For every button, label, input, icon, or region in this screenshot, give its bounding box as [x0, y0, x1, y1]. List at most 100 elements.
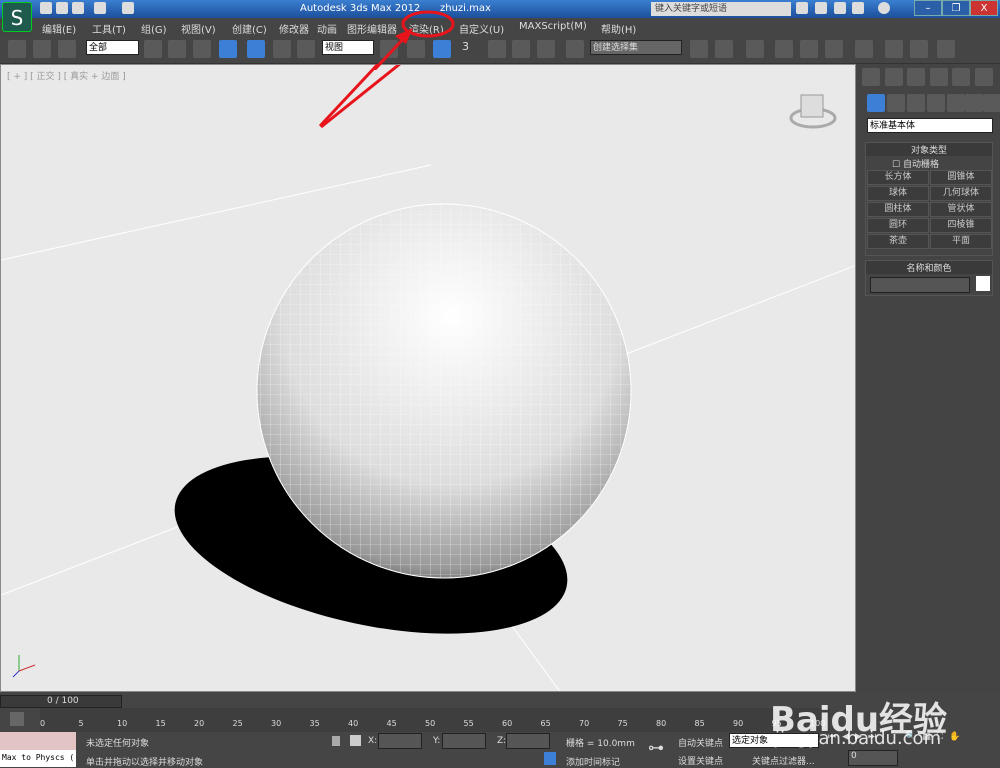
set-key-icon[interactable]: ⊶: [648, 738, 664, 757]
object-name-input[interactable]: [870, 277, 970, 293]
timeline-tick-label: 20: [194, 719, 205, 728]
search-input[interactable]: 键入关键字或短语: [651, 2, 791, 16]
watermark-url: jingyan.baidu.com: [775, 728, 942, 749]
cone-button[interactable]: 圆锥体: [930, 170, 992, 185]
plane-button[interactable]: 平面: [930, 234, 992, 249]
new-file-icon[interactable]: [40, 2, 52, 14]
minimize-button[interactable]: –: [914, 0, 942, 16]
layer-manager-icon[interactable]: [746, 40, 764, 58]
maxscript-mini-input[interactable]: Max to Physcs (: [0, 750, 76, 767]
pyramid-button[interactable]: 四棱锥: [930, 218, 992, 233]
lights-icon[interactable]: [907, 94, 925, 112]
selection-filter-dropdown[interactable]: 全部: [86, 40, 139, 55]
add-time-tag-button[interactable]: 添加时间标记: [566, 755, 620, 768]
graphite-toggle-icon[interactable]: [775, 40, 793, 58]
current-frame-input[interactable]: 0: [848, 750, 898, 766]
rollout-title[interactable]: 名称和颜色: [866, 261, 992, 274]
named-selection-dropdown[interactable]: 创建选择集: [590, 40, 682, 55]
bind-space-warp-icon[interactable]: [58, 40, 76, 58]
select-rotate-icon[interactable]: [273, 40, 291, 58]
select-by-name-icon[interactable]: [168, 40, 186, 58]
edit-named-selection-icon[interactable]: [566, 40, 584, 58]
align-icon[interactable]: [715, 40, 733, 58]
shapes-icon[interactable]: [887, 94, 905, 112]
redo-icon[interactable]: [122, 2, 134, 14]
viewport-label[interactable]: [ + ] [ 正交 ] [ 真实 + 边面 ]: [7, 69, 126, 82]
time-slider[interactable]: 0 / 100: [0, 695, 122, 708]
save-file-icon[interactable]: [72, 2, 84, 14]
teapot-button[interactable]: 茶壶: [867, 234, 929, 249]
create-tab-icon[interactable]: [862, 68, 880, 86]
app-logo-button[interactable]: S: [2, 2, 32, 32]
mirror-icon[interactable]: [690, 40, 708, 58]
tube-button[interactable]: 管状体: [930, 202, 992, 217]
helpers-icon[interactable]: [947, 94, 965, 112]
spinner-snap-icon[interactable]: [537, 40, 555, 58]
time-tag-icon[interactable]: [544, 752, 556, 765]
display-tab-icon[interactable]: [952, 68, 970, 86]
cylinder-button[interactable]: 圆柱体: [867, 202, 929, 217]
favorite-star-icon[interactable]: [852, 2, 864, 14]
autogrid-label: 自动栅格: [902, 160, 939, 170]
menu-group[interactable]: 组(G): [141, 21, 167, 36]
sphere-button[interactable]: 球体: [867, 186, 929, 201]
object-color-swatch[interactable]: [976, 276, 990, 291]
menu-edit[interactable]: 编辑(E): [42, 21, 76, 36]
close-button[interactable]: X: [970, 0, 998, 16]
menu-create[interactable]: 创建(C): [232, 21, 267, 36]
autogrid-checkbox[interactable]: ☐ 自动栅格: [892, 157, 939, 170]
maxscript-listener[interactable]: [0, 732, 76, 750]
curve-editor-icon[interactable]: [800, 40, 818, 58]
menu-views[interactable]: 视图(V): [181, 21, 216, 36]
select-object-icon[interactable]: [144, 40, 162, 58]
view-cube[interactable]: [789, 94, 837, 129]
hierarchy-tab-icon[interactable]: [907, 68, 925, 86]
rendered-frame-window-icon[interactable]: [910, 40, 928, 58]
x-coordinate-input[interactable]: [378, 733, 422, 749]
percent-snap-icon[interactable]: [512, 40, 530, 58]
restore-button[interactable]: ❐: [942, 0, 970, 16]
auto-key-button[interactable]: 自动关键点: [678, 736, 723, 749]
timeline-track[interactable]: 0 5 10 15 20 25 30 35 40 45 50 55 60 65 70 75 80 85 90 95 10…: [40, 708, 830, 732]
link-icon[interactable]: [8, 40, 26, 58]
select-move-icon[interactable]: [247, 40, 265, 58]
rectangular-selection-icon[interactable]: [193, 40, 211, 58]
z-coordinate-input[interactable]: [506, 733, 550, 749]
rollout-title[interactable]: 对象类型: [866, 143, 992, 156]
menu-tools[interactable]: 工具(T): [92, 21, 126, 36]
space-warps-icon[interactable]: [965, 94, 983, 112]
material-editor-icon[interactable]: [855, 40, 873, 58]
y-coordinate-input[interactable]: [442, 733, 486, 749]
angle-snap-icon[interactable]: [488, 40, 506, 58]
help-icon[interactable]: [878, 2, 890, 14]
mini-curve-editor-icon[interactable]: [10, 712, 24, 726]
binoculars-icon[interactable]: [796, 2, 808, 14]
open-file-icon[interactable]: [56, 2, 68, 14]
geometry-icon[interactable]: [867, 94, 885, 112]
window-crossing-icon[interactable]: [219, 40, 237, 58]
menu-maxscript[interactable]: MAXScript(M): [519, 21, 587, 32]
timeline-tick-label: 40: [348, 719, 359, 728]
render-teapot-icon[interactable]: [937, 40, 955, 58]
perspective-viewport[interactable]: [ + ] [ 正交 ] [ 真实 + 边面 ]: [0, 64, 856, 692]
unlink-icon[interactable]: [33, 40, 51, 58]
render-setup-icon[interactable]: [885, 40, 903, 58]
lock-icon[interactable]: [332, 736, 340, 746]
modify-tab-icon[interactable]: [885, 68, 903, 86]
tools-icon[interactable]: [815, 2, 827, 14]
torus-button[interactable]: 圆环: [867, 218, 929, 233]
box-button[interactable]: 长方体: [867, 170, 929, 185]
key-filters-button[interactable]: 关键点过滤器...: [752, 754, 815, 767]
motion-tab-icon[interactable]: [930, 68, 948, 86]
absolute-mode-icon[interactable]: [350, 735, 361, 746]
menu-help[interactable]: 帮助(H): [601, 21, 636, 36]
schematic-view-icon[interactable]: [825, 40, 843, 58]
set-key-button[interactable]: 设置关键点: [678, 754, 723, 767]
utilities-tab-icon[interactable]: [975, 68, 993, 86]
undo-icon[interactable]: [94, 2, 106, 14]
cameras-icon[interactable]: [927, 94, 945, 112]
geosphere-button[interactable]: 几何球体: [930, 186, 992, 201]
subscription-icon[interactable]: [834, 2, 846, 14]
systems-icon[interactable]: [983, 94, 1000, 112]
primitive-type-dropdown[interactable]: 标准基本体: [867, 118, 993, 133]
